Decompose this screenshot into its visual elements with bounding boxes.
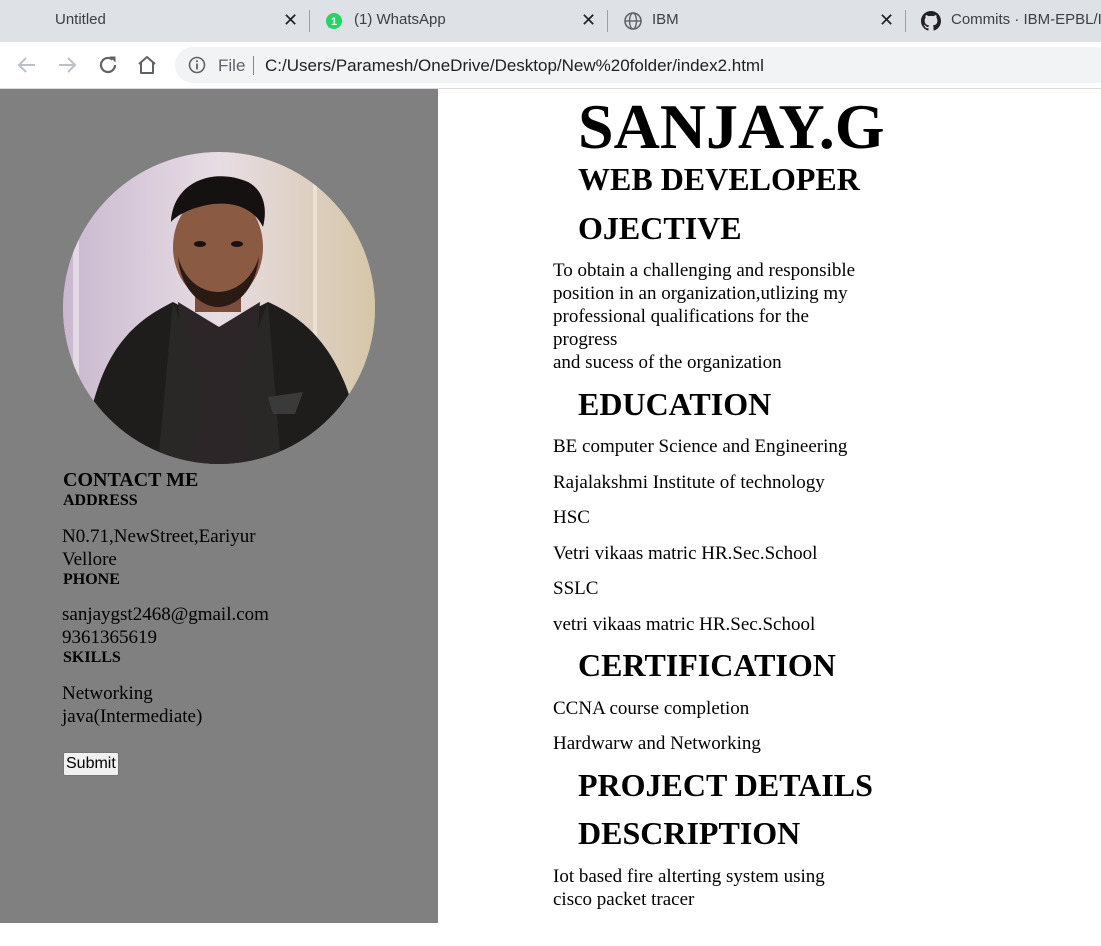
tab-title: (1) WhatsApp xyxy=(354,11,446,28)
objective-line: progress xyxy=(553,329,618,350)
github-icon xyxy=(921,11,941,31)
sidebar-panel: CONTACT ME ADDRESS N0.71,NewStreet,Eariy… xyxy=(0,89,438,923)
tab-title: IBM xyxy=(652,11,679,28)
address-heading: ADDRESS xyxy=(63,492,138,509)
education-item: vetri vikaas matric HR.Sec.School xyxy=(553,614,816,635)
globe-icon xyxy=(624,12,642,30)
description-heading: DESCRIPTION xyxy=(578,815,801,851)
certification-heading: CERTIFICATION xyxy=(578,647,836,683)
back-arrow-icon[interactable] xyxy=(15,53,39,77)
email-text: sanjaygst2468@gmail.com xyxy=(62,604,269,625)
tab-ibm[interactable]: IBM ✕ xyxy=(608,0,905,42)
address-line: Vellore xyxy=(62,549,117,570)
whatsapp-icon: 1 xyxy=(326,13,342,29)
reload-icon[interactable] xyxy=(96,53,120,77)
education-item: HSC xyxy=(553,507,590,528)
skill-item: java(Intermediate) xyxy=(62,706,203,727)
description-line: cisco packet tracer xyxy=(553,889,695,910)
role-heading: WEB DEVELOPER xyxy=(578,161,860,197)
url-divider xyxy=(253,56,254,75)
tab-strip: Untitled ✕ 1 (1) WhatsApp ✕ IBM ✕ Commit… xyxy=(0,0,1101,42)
forward-arrow-icon[interactable] xyxy=(55,53,79,77)
phone-number: 9361365619 xyxy=(62,627,157,648)
objective-line: position in an organization,utlizing my xyxy=(553,283,848,304)
education-item: Rajalakshmi Institute of technology xyxy=(553,472,825,493)
objective-line: and sucess of the organization xyxy=(553,352,782,373)
tab-whatsapp[interactable]: 1 (1) WhatsApp ✕ xyxy=(310,0,607,42)
home-icon[interactable] xyxy=(135,53,159,77)
candidate-name: SANJAY.G xyxy=(578,91,885,162)
contact-heading: CONTACT ME xyxy=(63,469,199,491)
close-icon[interactable]: ✕ xyxy=(283,9,298,31)
phone-heading: PHONE xyxy=(63,571,120,588)
education-item: BE computer Science and Engineering xyxy=(553,436,848,457)
education-heading: EDUCATION xyxy=(578,386,772,422)
file-scheme-label: File xyxy=(218,56,246,75)
certification-item: Hardwarw and Networking xyxy=(553,733,761,754)
submit-button[interactable]: Submit xyxy=(63,752,119,776)
browser-toolbar: File C:/Users/Paramesh/OneDrive/Desktop/… xyxy=(0,42,1101,89)
skills-heading: SKILLS xyxy=(63,649,121,666)
education-item: Vetri vikaas matric HR.Sec.School xyxy=(553,543,818,564)
description-line: Iot based fire alterting system using xyxy=(553,866,825,887)
address-line: N0.71,NewStreet,Eariyur xyxy=(62,526,256,547)
objective-line: professional qualifications for the xyxy=(553,306,809,327)
objective-line: To obtain a challenging and responsible xyxy=(553,260,856,281)
info-icon[interactable] xyxy=(188,56,206,74)
skill-item: Networking xyxy=(62,683,153,704)
project-heading: PROJECT DETAILS xyxy=(578,767,873,803)
url-text[interactable]: C:/Users/Paramesh/OneDrive/Desktop/New%2… xyxy=(265,56,764,76)
close-icon[interactable]: ✕ xyxy=(581,9,596,31)
tab-title: Untitled xyxy=(55,11,106,28)
whatsapp-badge: 1 xyxy=(331,16,337,28)
certification-item: CCNA course completion xyxy=(553,698,750,719)
address-bar[interactable]: File C:/Users/Paramesh/OneDrive/Desktop/… xyxy=(175,47,1101,83)
close-icon[interactable]: ✕ xyxy=(879,9,894,31)
tab-title: Commits · IBM-EPBL/IB xyxy=(951,11,1101,28)
objective-heading: OJECTIVE xyxy=(578,210,742,246)
education-item: SSLC xyxy=(553,578,599,599)
tab-github-commits[interactable]: Commits · IBM-EPBL/IB xyxy=(906,0,1101,42)
tab-untitled[interactable]: Untitled ✕ xyxy=(0,0,310,42)
profile-photo xyxy=(63,152,375,464)
